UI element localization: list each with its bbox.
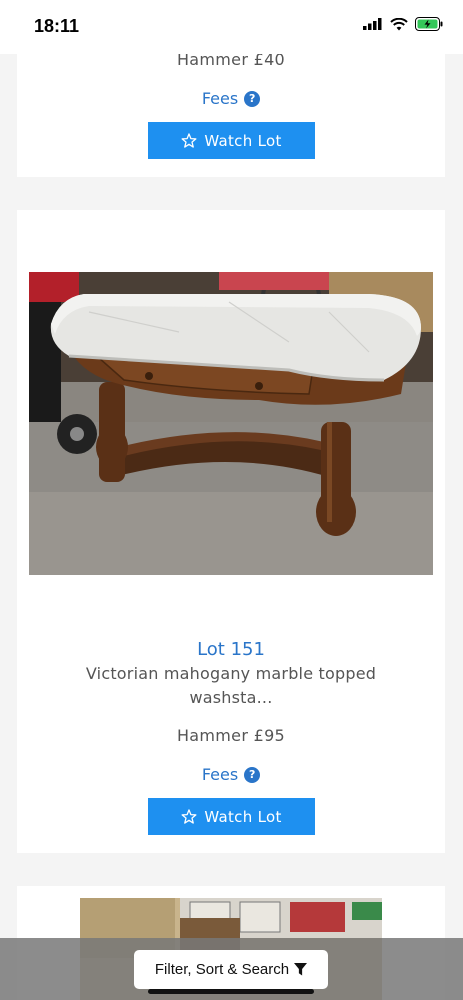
washstand-photo <box>29 272 433 575</box>
lot-card: Hammer £40 Fees ? Watch Lot <box>17 40 445 177</box>
fees-label: Fees <box>201 89 239 108</box>
watch-lot-label: Watch Lot <box>204 131 282 150</box>
hammer-price: Hammer £95 <box>176 726 286 745</box>
filter-sort-search-label: Filter, Sort & Search <box>154 961 290 978</box>
star-outline-icon <box>181 133 197 148</box>
status-icons <box>363 17 443 31</box>
status-time: 18:11 <box>34 16 80 36</box>
fees-link[interactable]: Fees ? <box>17 89 445 108</box>
lot-title[interactable]: Lot 151 <box>17 639 445 660</box>
home-indicator <box>148 989 314 994</box>
fees-label: Fees <box>201 765 239 784</box>
watch-lot-button[interactable]: Watch Lot <box>148 122 315 159</box>
lot-card: Lot 151 Victorian mahogany marble topped… <box>17 210 445 853</box>
filter-sort-search-button[interactable]: Filter, Sort & Search <box>134 950 328 989</box>
star-outline-icon <box>181 809 197 824</box>
question-circle-icon[interactable]: ? <box>244 766 261 783</box>
bottom-toolbar: Filter, Sort & Search <box>0 938 463 1000</box>
cellular-signal-icon <box>363 18 382 30</box>
status-bar: 18:11 <box>0 0 463 54</box>
lot-image[interactable] <box>29 272 433 575</box>
lot-description: Victorian mahogany marble topped washsta… <box>85 664 377 707</box>
battery-charging-icon <box>415 17 443 31</box>
watch-lot-button[interactable]: Watch Lot <box>148 798 315 835</box>
watch-lot-label: Watch Lot <box>204 807 282 826</box>
wifi-icon <box>390 17 408 30</box>
fees-link[interactable]: Fees ? <box>17 765 445 784</box>
question-circle-icon[interactable]: ? <box>244 90 261 107</box>
filter-funnel-icon <box>294 963 308 976</box>
